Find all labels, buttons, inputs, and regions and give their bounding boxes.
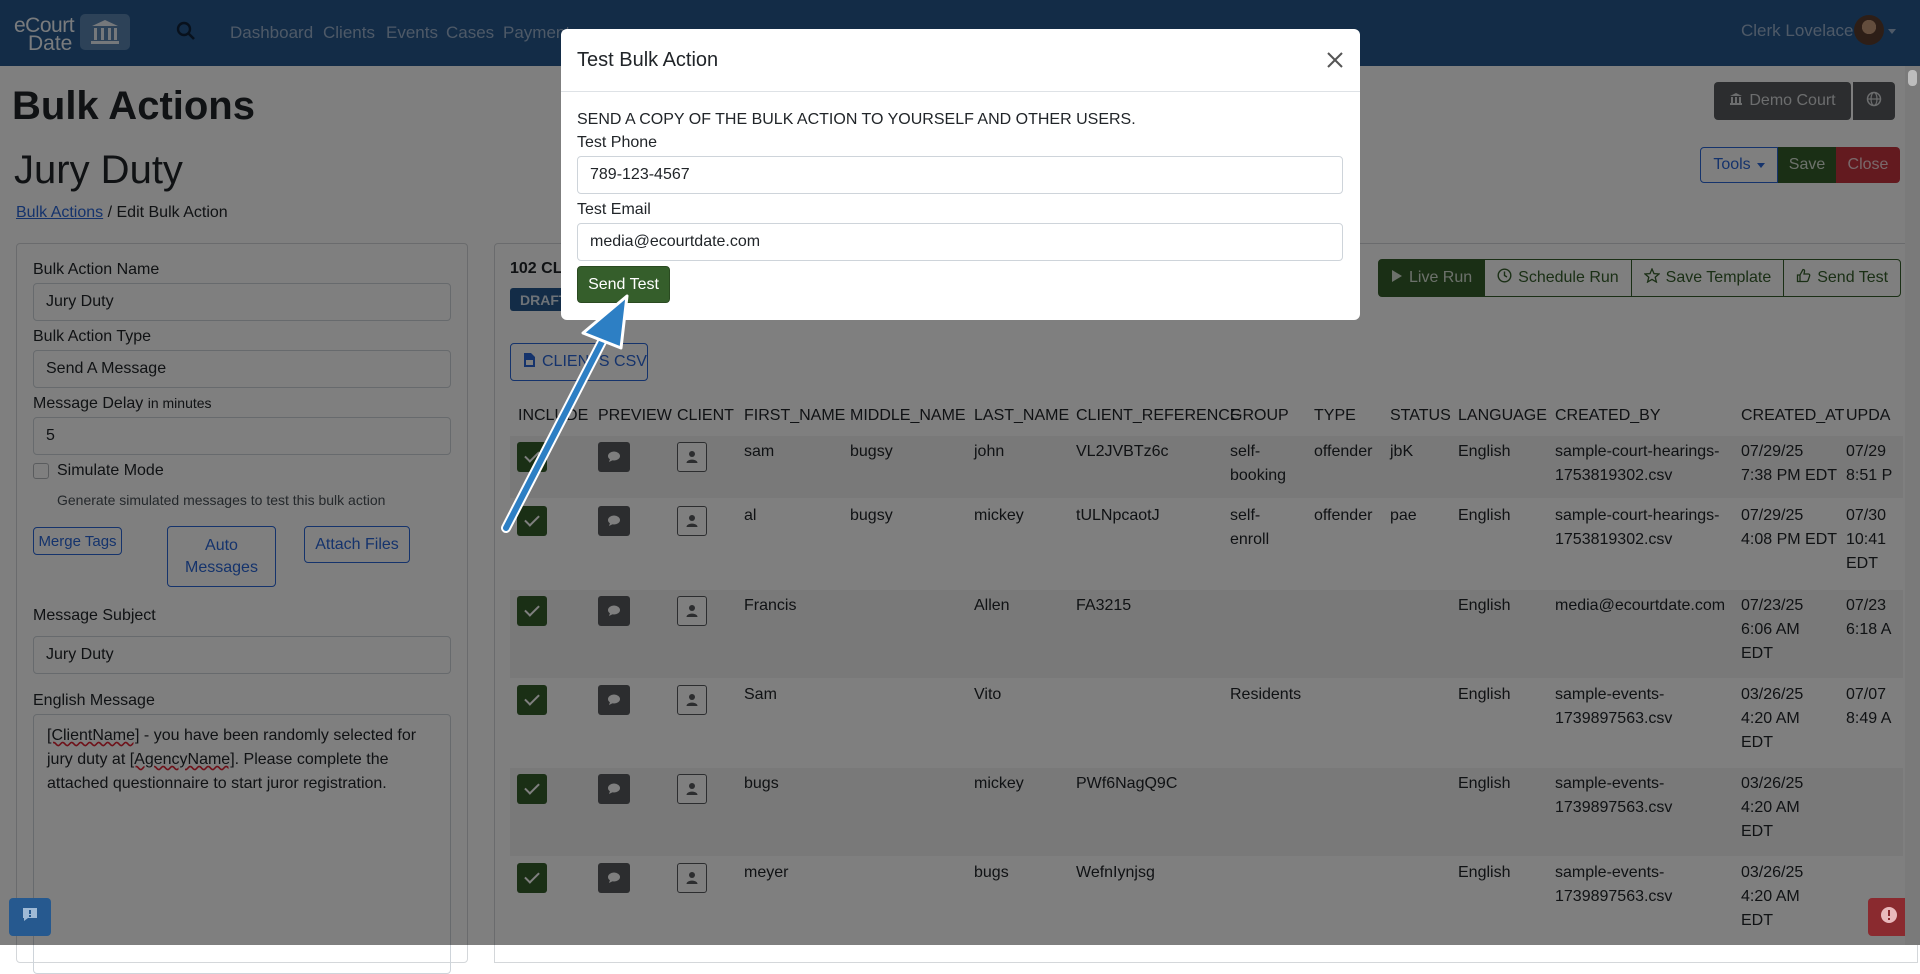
help-icon xyxy=(22,907,38,927)
alert-icon xyxy=(1880,906,1898,929)
page-scrollbar-thumb[interactable] xyxy=(1908,70,1917,86)
page-scrollbar[interactable] xyxy=(1905,66,1920,945)
help-button[interactable] xyxy=(9,898,51,936)
alert-button[interactable] xyxy=(1868,898,1910,936)
annotation-arrow xyxy=(501,294,629,533)
